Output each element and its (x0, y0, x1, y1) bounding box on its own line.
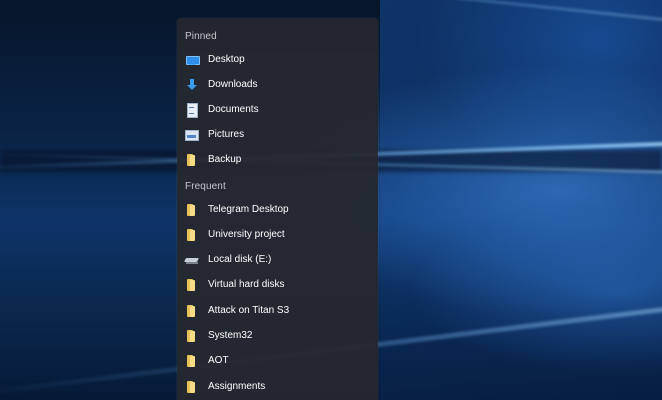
jumplist-item-label: System32 (208, 330, 253, 341)
file-explorer-jump-list: Pinned Desktop Downloads Documents Pictu… (177, 18, 378, 400)
jumplist-item-telegram-desktop[interactable]: Telegram Desktop (177, 197, 378, 222)
jumplist-item-label: Telegram Desktop (208, 204, 289, 215)
desktop-icon (185, 53, 200, 67)
folder-icon (185, 278, 199, 292)
folder-icon (185, 228, 199, 242)
jumplist-item-label: Assignments (208, 381, 266, 392)
folder-icon (185, 203, 199, 217)
jumplist-item-downloads[interactable]: Downloads (177, 72, 378, 97)
jumplist-item-documents[interactable]: Documents (177, 97, 378, 122)
jumplist-item-system32[interactable]: System32 (177, 323, 378, 348)
jumplist-item-desktop[interactable]: Desktop (177, 47, 378, 72)
jumplist-item-label: Pictures (208, 129, 245, 140)
jumplist-item-university-project[interactable]: University project (177, 222, 378, 247)
jumplist-item-label: Local disk (E:) (208, 254, 272, 265)
folder-icon (185, 354, 199, 368)
documents-icon (185, 102, 199, 118)
jumplist-item-assignments[interactable]: Assignments (177, 374, 378, 399)
drive-icon (185, 253, 199, 267)
jumplist-item-label: Backup (208, 154, 242, 165)
download-icon (185, 78, 199, 92)
folder-icon (185, 153, 199, 167)
folder-icon (185, 380, 199, 394)
folder-icon (185, 329, 199, 343)
jumplist-item-attack-on-titan-s3[interactable]: Attack on Titan S3 (177, 298, 378, 323)
jumplist-item-label: Virtual hard disks (208, 279, 285, 290)
jumplist-item-label: Documents (208, 104, 259, 115)
jumplist-item-label: Desktop (208, 54, 245, 65)
pictures-icon (185, 128, 199, 142)
folder-icon (185, 304, 199, 318)
jumplist-item-virtual-hard-disks[interactable]: Virtual hard disks (177, 272, 378, 297)
pinned-section-header: Pinned (185, 31, 217, 42)
jumplist-item-pictures[interactable]: Pictures (177, 122, 378, 147)
jumplist-item-label: AOT (208, 355, 229, 366)
jumplist-item-local-disk-e[interactable]: Local disk (E:) (177, 247, 378, 272)
jumplist-item-label: University project (208, 229, 285, 240)
jumplist-item-backup[interactable]: Backup (177, 147, 378, 172)
jumplist-item-label: Downloads (208, 79, 258, 90)
frequent-section-header: Frequent (185, 181, 226, 192)
jumplist-item-label: Attack on Titan S3 (208, 305, 290, 316)
jumplist-item-aot[interactable]: AOT (177, 348, 378, 373)
